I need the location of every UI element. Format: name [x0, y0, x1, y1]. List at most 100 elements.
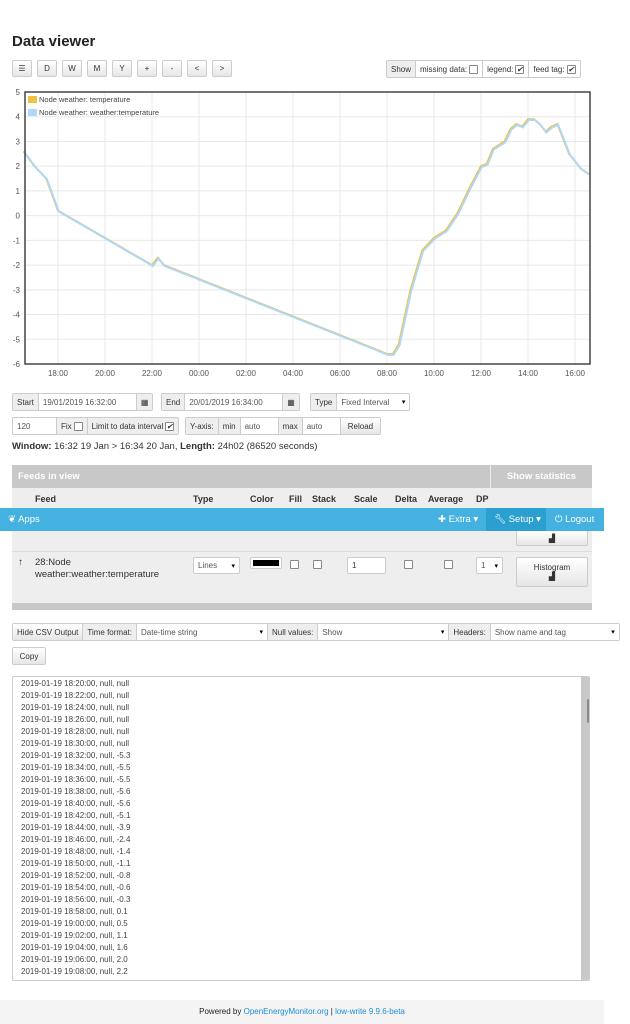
zoom-out-button[interactable]: - [162, 60, 182, 77]
fill-checkbox[interactable] [290, 560, 299, 569]
fix-toggle[interactable]: Fix [57, 418, 88, 434]
month-button[interactable]: M [87, 60, 107, 77]
missing-data-checkbox[interactable] [469, 64, 479, 74]
oem-link[interactable]: OpenEnergyMonitor.org [244, 1007, 329, 1016]
legend-toggle[interactable]: legend: ✔ [483, 61, 530, 77]
min-label: min [218, 418, 241, 434]
csv-line: 2019-01-19 18:42:00, null, -5.1 [21, 811, 131, 820]
missing-data-toggle[interactable]: missing data: [416, 61, 484, 77]
null-values-select[interactable]: Show [318, 624, 450, 640]
delta-checkbox[interactable] [404, 560, 413, 569]
dp-select[interactable]: 1 [476, 557, 503, 574]
copy-button[interactable]: Copy [12, 647, 46, 665]
interval-group: 120 Fix Limit to data interval ✔ [12, 417, 180, 435]
extra-menu[interactable]: ✚ Extra ▾ [438, 514, 478, 525]
csv-line: 2019-01-19 18:32:00, null, -5.3 [21, 751, 131, 760]
csv-line: 2019-01-19 18:50:00, null, -1.1 [21, 859, 131, 868]
pan-right-button[interactable]: > [212, 60, 232, 77]
csv-options: Hide CSV Output Time format: Date-time s… [12, 623, 620, 641]
x-tick-label: 22:00 [142, 369, 163, 378]
page-title: Data viewer [12, 33, 96, 50]
csv-line: 2019-01-19 18:52:00, null, -0.8 [21, 871, 131, 880]
x-tick-label: 16:00 [565, 369, 586, 378]
scale-input[interactable]: 1 [347, 557, 386, 574]
y-tick-label: -2 [13, 261, 21, 270]
csv-line: 2019-01-19 18:26:00, null, null [21, 715, 130, 724]
average-checkbox[interactable] [444, 560, 453, 569]
start-label: Start [13, 394, 39, 410]
limit-toggle[interactable]: Limit to data interval ✔ [87, 418, 179, 434]
histogram-button[interactable]: Histogram ▟ [516, 557, 588, 587]
headers-select[interactable]: Show name and tag [491, 624, 619, 640]
col-stack: Stack [312, 494, 337, 504]
pan-left-button[interactable]: < [187, 60, 207, 77]
interval-input[interactable]: 120 [13, 418, 57, 434]
start-input[interactable]: 19/01/2019 16:32:00 [39, 394, 137, 410]
limit-checkbox[interactable]: ✔ [165, 421, 175, 431]
csv-line: 2019-01-19 18:54:00, null, -0.6 [21, 883, 131, 892]
feed-tag-checkbox[interactable]: ✔ [566, 64, 576, 74]
csv-line: 2019-01-19 18:34:00, null, -5.5 [21, 763, 131, 772]
y-tick-label: 5 [16, 88, 21, 97]
csv-line: 2019-01-19 19:04:00, null, 1.6 [21, 943, 128, 952]
csv-line: 2019-01-19 19:06:00, null, 2.0 [21, 955, 128, 964]
csv-output[interactable]: 2019-01-19 18:20:00, null, null 2019-01-1… [12, 676, 590, 981]
move-up-icon[interactable]: ↑ [18, 557, 23, 568]
zoom-in-button[interactable]: + [137, 60, 157, 77]
col-dp: DP [476, 494, 489, 504]
feed-type-select[interactable]: Lines [193, 557, 240, 574]
logout-button[interactable]: ⏻ Logout [555, 514, 594, 525]
legend-checkbox[interactable]: ✔ [515, 64, 525, 74]
calendar-icon[interactable]: ▦ [283, 394, 299, 410]
csv-line: 2019-01-19 18:44:00, null, -3.9 [21, 823, 131, 832]
x-tick-label: 04:00 [283, 369, 304, 378]
end-label: End [162, 394, 186, 410]
x-tick-label: 08:00 [377, 369, 398, 378]
x-tick-label: 20:00 [95, 369, 116, 378]
top-nav-bar: ❦ Apps ✚ Extra ▾ 🔧︎ Setup ▾ ⏻ Logout [0, 508, 604, 531]
version-link[interactable]: low-write 9.9.6-beta [335, 1007, 405, 1016]
x-tick-label: 10:00 [424, 369, 445, 378]
legend-swatch [28, 96, 37, 103]
type-label: Type [311, 394, 338, 410]
x-tick-label: 12:00 [471, 369, 492, 378]
feed-color-picker[interactable] [250, 557, 282, 569]
histogram-button-1[interactable]: ▟ [516, 530, 588, 546]
year-button[interactable]: Y [112, 60, 132, 77]
day-button[interactable]: D [37, 60, 57, 77]
temperature-chart[interactable]: 5 4 3 2 1 0 -1 -2 -3 -4 -5 -6 18:00 20:00 22:00 00:00 02… [0, 85, 600, 385]
csv-line: 2019-01-19 18:30:00, null, null [21, 739, 130, 748]
ymin-input[interactable]: auto [241, 418, 279, 434]
type-select[interactable]: Fixed Interval [337, 394, 409, 410]
hide-csv-button[interactable]: Hide CSV Output [13, 624, 84, 640]
end-input[interactable]: 20/01/2019 16:34:00 [185, 394, 284, 410]
apps-menu[interactable]: ❦ Apps [8, 514, 40, 525]
week-button[interactable]: W [62, 60, 82, 77]
show-label: Show [387, 61, 417, 77]
list-button[interactable]: ☰ [12, 60, 32, 77]
csv-scrollbar[interactable] [581, 677, 589, 980]
headers-label: Headers: [449, 624, 491, 640]
y-tick-label: -4 [13, 311, 21, 320]
y-tick-label: 4 [16, 113, 21, 122]
y-tick-label: -6 [13, 360, 21, 369]
calendar-icon[interactable]: ▦ [136, 394, 153, 410]
y-tick-label: 1 [16, 187, 21, 196]
feed-name: 28:Node weather:weather:temperature [35, 557, 160, 580]
bar-chart-icon: ▟ [548, 533, 556, 543]
csv-line: 2019-01-19 18:40:00, null, -5.6 [21, 799, 131, 808]
csv-line: 2019-01-19 18:28:00, null, null [21, 727, 130, 736]
time-format-label: Time format: [83, 624, 137, 640]
csv-line: 2019-01-19 18:24:00, null, null [21, 703, 130, 712]
col-scale: Scale [354, 494, 378, 504]
x-tick-label: 14:00 [518, 369, 539, 378]
setup-menu[interactable]: 🔧︎ Setup ▾ [494, 514, 541, 525]
ymax-input[interactable]: auto [303, 418, 341, 434]
reload-button[interactable]: Reload [340, 418, 381, 434]
stack-checkbox[interactable] [313, 560, 322, 569]
show-statistics-button[interactable]: Show statistics [491, 465, 592, 488]
time-format-select[interactable]: Date-time string [137, 624, 268, 640]
col-delta: Delta [395, 494, 418, 504]
feed-tag-toggle[interactable]: feed tag: ✔ [529, 61, 579, 77]
fix-checkbox[interactable] [73, 421, 83, 431]
